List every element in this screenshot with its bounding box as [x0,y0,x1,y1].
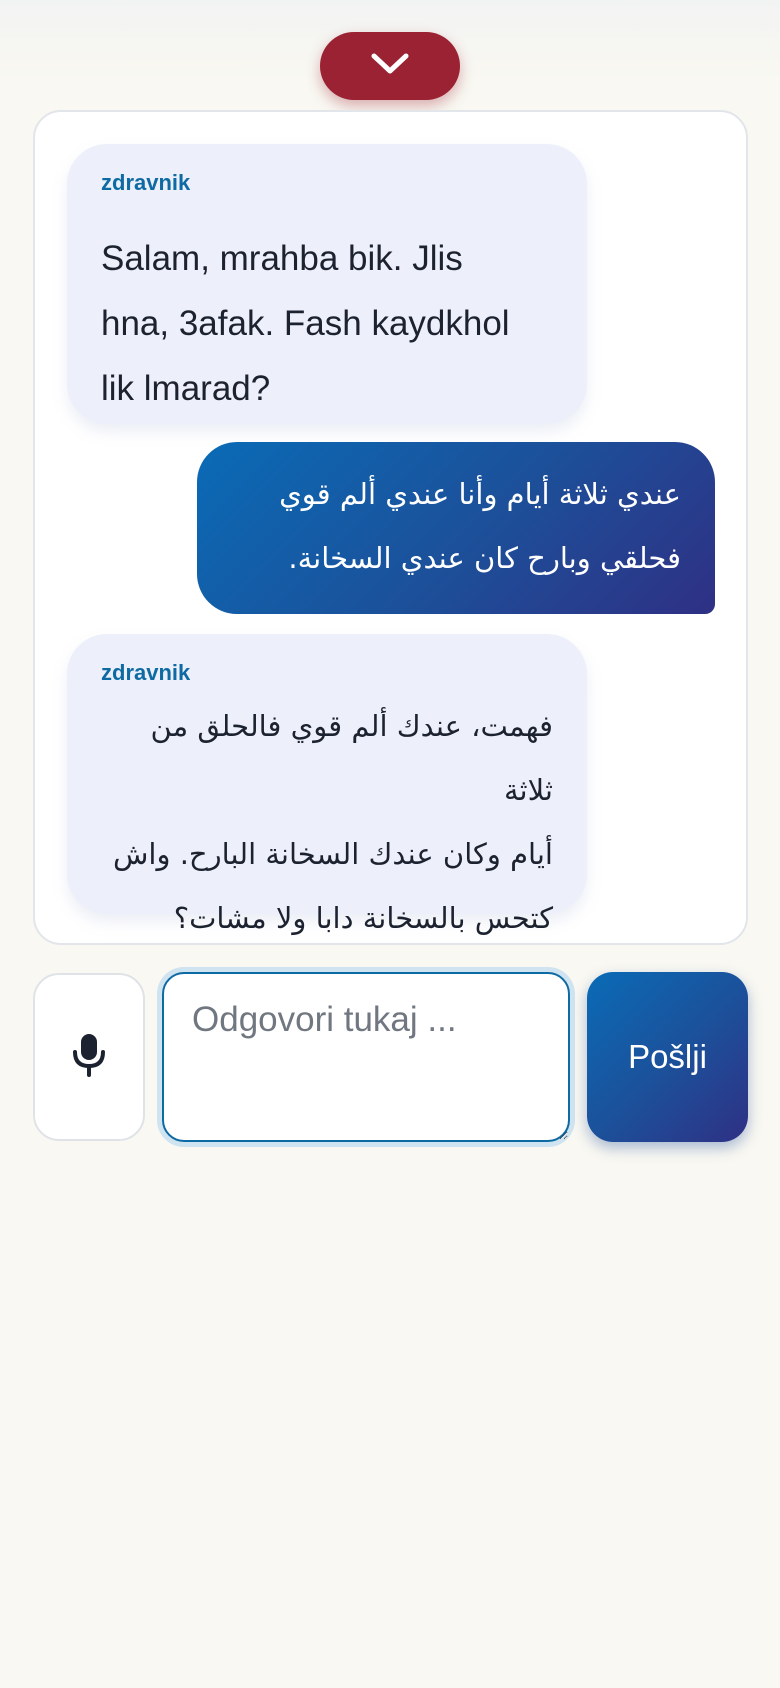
microphone-icon [71,1032,107,1083]
message-line: عندي ثلاثة أيام وأنا عندي ألم قوي [279,477,681,511]
message-doctor: zdravnik Salam, mrahba bik. Jlis hna, 3a… [67,144,587,424]
message-line: فهمت، عندك ألم قوي فالحلق من ثلاثة [150,709,554,807]
chat-screen: zdravnik Salam, mrahba bik. Jlis hna, 3a… [0,0,780,1688]
sender-label: zdravnik [101,170,191,195]
message-text: عندي ثلاثة أيام وأنا عندي ألم قوي فحلقي … [231,462,681,590]
message-line: كتحس بالسخانة دابا ولا مشات؟ [173,901,553,935]
chevron-down-icon [370,51,410,82]
reply-input[interactable] [162,972,570,1142]
sender-label: zdravnik [101,660,191,685]
chat-window: zdravnik Salam, mrahba bik. Jlis hna, 3a… [33,110,748,945]
message-line: فحلقي وبارح كان عندي السخانة. [288,541,681,575]
message-text: فهمت، عندك ألم قوي فالحلق من ثلاثة أيام … [101,694,553,950]
collapse-button[interactable] [320,32,460,100]
message-line: lik lmarad? [101,369,271,408]
send-button[interactable]: Pošlji [587,972,748,1142]
message-line: Salam, mrahba bik. Jlis [101,239,463,278]
message-line: hna, 3afak. Fash kaydkhol [101,304,510,343]
message-line: أيام وكان عندك السخانة البارح. واش [113,837,553,871]
microphone-button[interactable] [33,973,145,1141]
message-doctor: zdravnik فهمت، عندك ألم قوي فالحلق من ثل… [67,634,587,935]
message-patient: عندي ثلاثة أيام وأنا عندي ألم قوي فحلقي … [197,442,715,614]
message-text: Salam, mrahba bik. Jlis hna, 3afak. Fash… [101,226,553,421]
send-button-label: Pošlji [628,1038,707,1075]
